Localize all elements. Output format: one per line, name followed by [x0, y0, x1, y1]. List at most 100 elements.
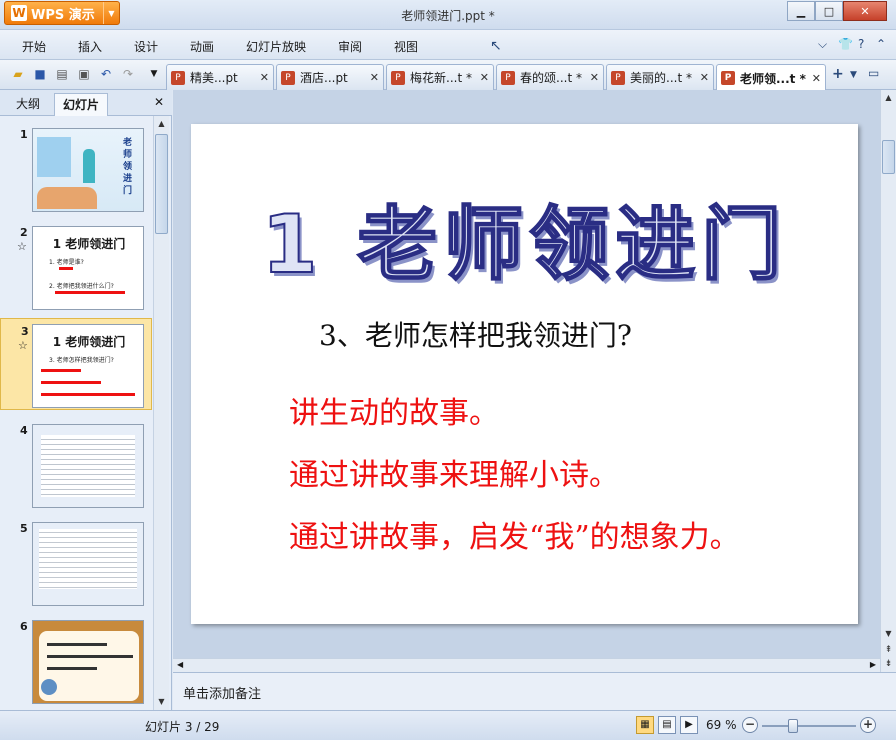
maximize-button[interactable]: □	[815, 1, 843, 21]
normal-view-icon[interactable]: ▦	[636, 716, 654, 734]
thumbnail-text: 1. 老师是谁?	[49, 259, 84, 266]
scroll-down-icon[interactable]: ▼	[881, 626, 896, 642]
ppt-file-icon: P	[501, 70, 515, 85]
slide-thumbnail-5[interactable]: 5	[0, 516, 152, 608]
scroll-down-icon[interactable]: ▼	[154, 694, 169, 710]
collapse-ribbon-icon[interactable]: ⌵	[818, 37, 827, 52]
close-icon[interactable]: ✕	[366, 71, 379, 84]
save-icon[interactable]: ■	[32, 66, 48, 82]
doc-tab-label: 春的颂...t *	[520, 71, 582, 85]
doc-tab[interactable]: P 春的颂...t * ✕	[496, 64, 604, 90]
close-window-button[interactable]: ✕	[843, 1, 887, 21]
menu-slideshow[interactable]: 幻灯片放映	[246, 38, 306, 55]
minimize-button[interactable]: ▁	[787, 1, 815, 21]
status-bar: 幻灯片 3 / 29 ▦ ▤ ▶ 69 % − +	[0, 710, 896, 740]
zoom-slider-knob[interactable]	[788, 719, 798, 733]
menu-review[interactable]: 审阅	[338, 38, 362, 55]
thumbnail-red-text	[41, 369, 81, 372]
skin-shirt-icon[interactable]: 👕	[838, 37, 853, 51]
menu-animation[interactable]: 动画	[190, 38, 214, 55]
doc-tab[interactable]: P 梅花新...t * ✕	[386, 64, 494, 90]
scroll-left-icon[interactable]: ◀	[177, 660, 183, 669]
bird-image	[41, 679, 57, 695]
zoom-out-icon[interactable]: −	[742, 717, 758, 733]
doc-tab-active[interactable]: P 老师领...t * ✕	[716, 64, 826, 91]
new-tab-plus-icon[interactable]: +	[832, 66, 844, 86]
scroll-up-icon[interactable]: ▲	[881, 90, 896, 106]
slide-thumbnail-4[interactable]: 4	[0, 418, 152, 510]
slide-title[interactable]: 1 老师领进门	[191, 180, 858, 296]
thumbnail-number: 3	[21, 325, 29, 338]
thumbnail-text-line	[47, 643, 107, 646]
zoom-in-icon[interactable]: +	[860, 717, 876, 733]
quick-access-toolbar: ▰ ■ ▤ ▣ ↶ ↷ ▼ P 精美...pt ✕ P 酒店...pt ✕ P …	[0, 60, 896, 91]
editor-vertical-scrollbar[interactable]: ▲ ▼ ⇞ ⇟	[880, 90, 896, 672]
slide-sorter-view-icon[interactable]: ▤	[658, 716, 676, 734]
ppt-file-icon: P	[721, 71, 735, 85]
zoom-level[interactable]: 69 %	[706, 718, 737, 732]
close-panel-icon[interactable]: ✕	[154, 95, 164, 109]
notes-pane[interactable]: 单击添加备注	[173, 672, 896, 710]
slide-thumbnail-1[interactable]: 1 老师领进门	[0, 122, 152, 214]
menu-view[interactable]: 视图	[394, 38, 418, 55]
tab-outline[interactable]: 大纲	[8, 93, 48, 116]
undo-icon[interactable]: ↶	[98, 66, 114, 82]
notes-placeholder[interactable]: 单击添加备注	[183, 683, 261, 702]
menu-bar: 开始 插入 设计 动画 幻灯片放映 审阅 视图 ↖ ⌵ 👕 ? ⌃	[0, 30, 896, 60]
menu-design[interactable]: 设计	[134, 38, 158, 55]
editor-horizontal-scrollbar[interactable]: ◀ ▶	[173, 658, 880, 672]
thumbnail-text: 2. 老师把我领进什么门?	[49, 283, 114, 290]
thumbnail-preview: 老师领进门	[32, 128, 144, 212]
thumbnail-title: 老师领进门	[123, 138, 133, 196]
doc-tab-label: 老师领...t *	[740, 71, 806, 86]
slideshow-view-icon[interactable]: ▶	[680, 716, 698, 734]
teacher-figure-image	[83, 149, 95, 183]
tab-list-dropdown-icon[interactable]: ▼	[850, 70, 857, 90]
menu-home[interactable]: 开始	[22, 38, 46, 55]
doc-tab[interactable]: P 精美...pt ✕	[166, 64, 274, 90]
scroll-right-icon[interactable]: ▶	[870, 660, 876, 669]
students-image	[37, 187, 97, 209]
redo-icon[interactable]: ↷	[120, 66, 136, 82]
scrollbar-thumb[interactable]	[155, 134, 168, 234]
close-icon[interactable]: ✕	[696, 71, 709, 84]
scrollbar-thumb[interactable]	[882, 140, 895, 174]
slide-thumbnail-6[interactable]: 6	[0, 614, 152, 706]
slide-bullet-2[interactable]: 通过讲故事来理解小诗。	[289, 450, 619, 494]
print-icon[interactable]: ▤	[54, 66, 70, 82]
current-slide[interactable]: 1 老师领进门 3、老师怎样把我领进门? 讲生动的故事。 通过讲故事来理解小诗。…	[191, 124, 858, 624]
close-icon[interactable]: ✕	[256, 71, 269, 84]
thumbnail-list: 1 老师领进门 2 ☆ 1 老师领进门 1. 老师是谁? 2. 老师把我领进什么…	[0, 116, 152, 710]
close-icon[interactable]: ✕	[808, 72, 821, 85]
ppt-file-icon: P	[391, 70, 405, 85]
menu-insert[interactable]: 插入	[78, 38, 102, 55]
scroll-up-icon[interactable]: ▲	[154, 116, 169, 132]
slide-bullet-3[interactable]: 通过讲故事，启发“我”的想象力。	[289, 512, 740, 556]
animation-star-icon: ☆	[18, 339, 28, 352]
customize-toolbar-icon[interactable]: ▼	[146, 66, 162, 82]
thumbnail-preview	[32, 620, 144, 704]
slide-thumbnail-2[interactable]: 2 ☆ 1 老师领进门 1. 老师是谁? 2. 老师把我领进什么门?	[0, 220, 152, 312]
next-slide-icon[interactable]: ⇟	[881, 656, 896, 672]
doc-tab-label: 梅花新...t *	[410, 71, 472, 85]
thumbnail-scrollbar[interactable]: ▲ ▼	[153, 116, 169, 710]
thumbnail-text-line	[47, 655, 133, 658]
slide-bullet-1[interactable]: 讲生动的故事。	[289, 388, 499, 432]
tab-slides[interactable]: 幻灯片	[54, 93, 109, 116]
doc-tab[interactable]: P 酒店...pt ✕	[276, 64, 384, 90]
close-icon[interactable]: ✕	[476, 71, 489, 84]
ppt-file-icon: P	[281, 70, 295, 85]
thumbnail-number: 4	[20, 424, 28, 437]
ribbon-options-icon[interactable]: ⌃	[876, 37, 886, 51]
thumbnail-preview: 1 老师领进门 1. 老师是谁? 2. 老师把我领进什么门?	[32, 226, 144, 310]
print-preview-icon[interactable]: ▣	[76, 66, 92, 82]
slide-thumbnail-3-selected[interactable]: 3 ☆ 1 老师领进门 3. 老师怎样把我领进门?	[0, 318, 152, 410]
help-icon[interactable]: ?	[858, 37, 864, 51]
doc-tab[interactable]: P 美丽的...t * ✕	[606, 64, 714, 90]
zoom-slider-track[interactable]	[762, 725, 856, 727]
close-icon[interactable]: ✕	[586, 71, 599, 84]
thumbnail-red-text	[55, 291, 125, 294]
tab-layout-icon[interactable]: ▭	[868, 66, 879, 86]
slide-subtitle[interactable]: 3、老师怎样把我领进门?	[319, 314, 632, 354]
open-folder-icon[interactable]: ▰	[10, 66, 26, 82]
